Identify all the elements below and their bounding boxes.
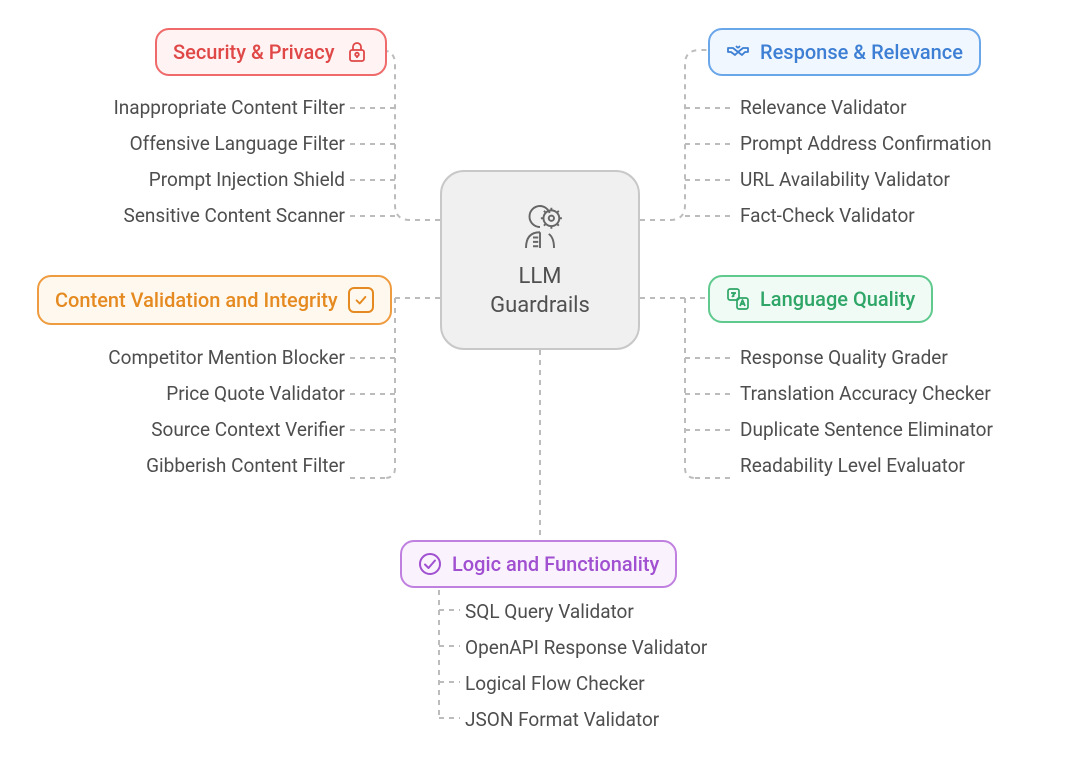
list-item: Duplicate Sentence Eliminator (740, 412, 993, 448)
category-language-quality: Language Quality (708, 275, 933, 323)
list-item: Relevance Validator (740, 90, 992, 126)
category-security-privacy: Security & Privacy (155, 28, 387, 76)
content-items: Competitor Mention Blocker Price Quote V… (30, 340, 345, 484)
security-items: Inappropriate Content Filter Offensive L… (30, 90, 345, 234)
category-logic-label: Logic and Functionality (452, 552, 659, 576)
category-response-label: Response & Relevance (760, 40, 963, 64)
list-item: URL Availability Validator (740, 162, 992, 198)
list-item: SQL Query Validator (465, 594, 707, 630)
list-item: Sensitive Content Scanner (30, 198, 345, 234)
list-item: Translation Accuracy Checker (740, 376, 993, 412)
response-items: Relevance Validator Prompt Address Confi… (740, 90, 992, 234)
category-security-label: Security & Privacy (173, 40, 335, 64)
center-title-line1: LLM (490, 263, 590, 292)
check-circle-icon (418, 552, 442, 576)
handshake-icon (726, 40, 750, 64)
list-item: Readability Level Evaluator (740, 448, 993, 484)
logic-items: SQL Query Validator OpenAPI Response Val… (465, 594, 707, 738)
lock-icon (345, 40, 369, 64)
list-item: Prompt Address Confirmation (740, 126, 992, 162)
category-content-validation: Content Validation and Integrity (37, 275, 392, 325)
category-logic-functionality: Logic and Functionality (400, 540, 677, 588)
list-item: Source Context Verifier (30, 412, 345, 448)
checkbox-icon (348, 287, 374, 313)
list-item: Fact-Check Validator (740, 198, 992, 234)
list-item: Response Quality Grader (740, 340, 993, 376)
person-gear-icon (512, 199, 568, 255)
list-item: Offensive Language Filter (30, 126, 345, 162)
center-node-llm-guardrails: LLM Guardrails (440, 170, 640, 350)
category-response-relevance: Response & Relevance (708, 28, 981, 76)
list-item: OpenAPI Response Validator (465, 630, 707, 666)
list-item: Competitor Mention Blocker (30, 340, 345, 376)
center-title-line2: Guardrails (490, 292, 590, 321)
language-items: Response Quality Grader Translation Accu… (740, 340, 993, 484)
category-content-label: Content Validation and Integrity (55, 288, 338, 312)
list-item: Gibberish Content Filter (30, 448, 345, 484)
list-item: JSON Format Validator (465, 702, 707, 738)
list-item: Logical Flow Checker (465, 666, 707, 702)
list-item: Inappropriate Content Filter (30, 90, 345, 126)
translate-icon (726, 287, 750, 311)
list-item: Prompt Injection Shield (30, 162, 345, 198)
list-item: Price Quote Validator (30, 376, 345, 412)
category-language-label: Language Quality (760, 287, 915, 311)
